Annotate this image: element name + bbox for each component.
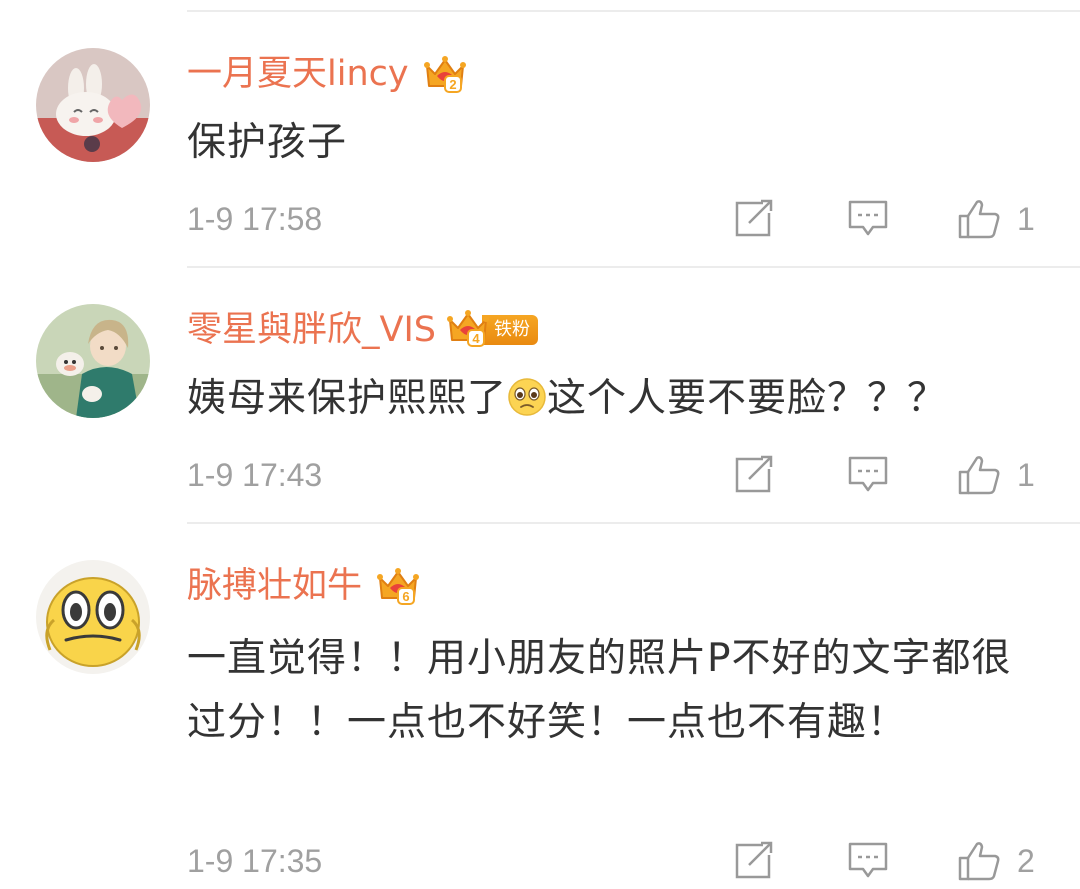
comment-icon xyxy=(848,842,888,878)
crown-level-badge-icon: 6 xyxy=(376,564,420,608)
crown-level: 4 xyxy=(472,331,480,346)
username[interactable]: 脉搏壮如牛 xyxy=(187,560,362,612)
like-count: 2 xyxy=(1017,842,1035,879)
comment-meta: 1-9 17:35 2 xyxy=(187,836,1044,886)
reply-button[interactable] xyxy=(847,840,889,882)
comment-time: 1-9 17:35 xyxy=(187,843,323,879)
crown-level: 6 xyxy=(402,589,409,604)
avatar[interactable] xyxy=(36,560,150,674)
thumbs-up-icon xyxy=(958,842,1000,881)
repost-icon xyxy=(735,841,773,879)
crown-level-badge-icon: 4 xyxy=(446,306,490,354)
like-button[interactable]: 2 xyxy=(957,840,1035,882)
comment-text: 一直觉得！！用小朋友的照片P不好的文字都很过分！！一点也不好笑！一点也不有趣！ xyxy=(187,636,1012,745)
comment-item: 脉搏壮如牛 6 一直觉得！！用小朋友的照片P不好的文字都很过分！！一点也不好笑！… xyxy=(0,0,1080,889)
repost-button[interactable] xyxy=(733,840,775,882)
